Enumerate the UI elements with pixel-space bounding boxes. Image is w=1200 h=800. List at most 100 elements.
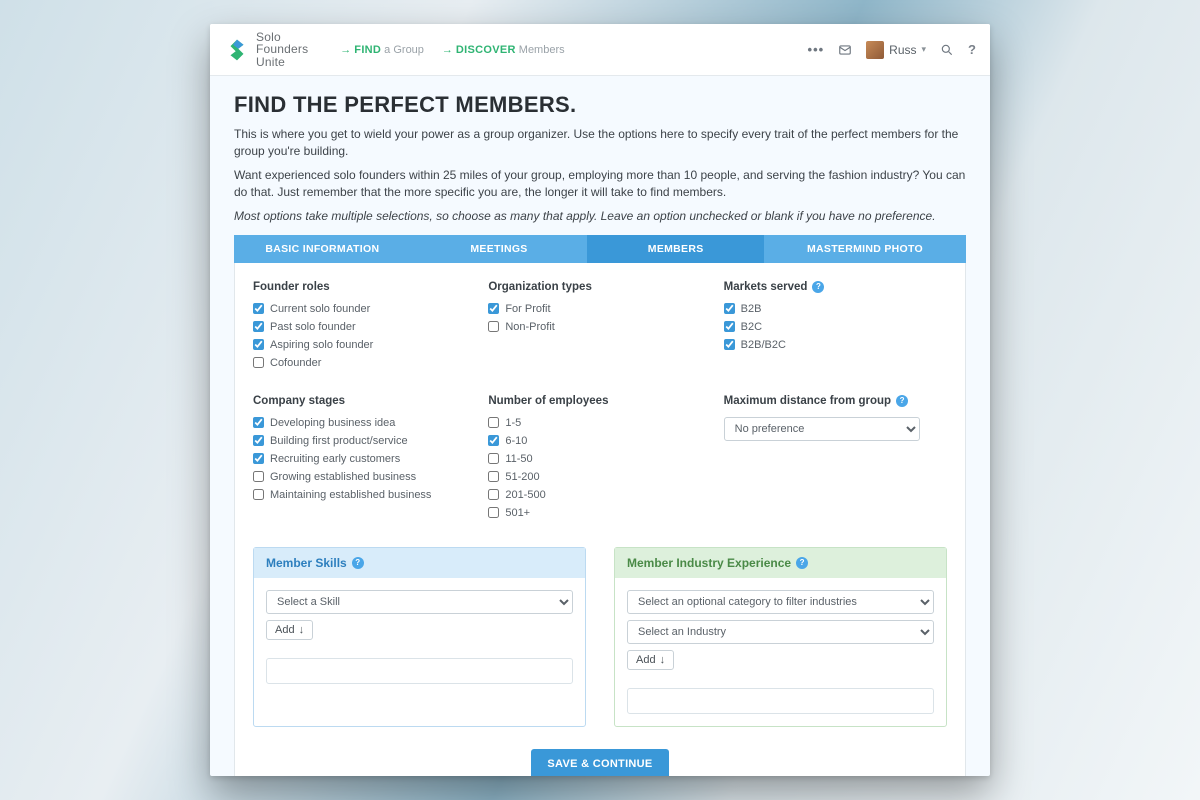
org-type-option[interactable]: Non-Profit <box>488 321 711 333</box>
employees-checkbox[interactable] <box>488 417 499 428</box>
employees-option[interactable]: 1-5 <box>488 417 711 429</box>
employees-option[interactable]: 11-50 <box>488 453 711 465</box>
help-icon[interactable]: ? <box>896 395 908 407</box>
employees-option[interactable]: 201-500 <box>488 489 711 501</box>
org-type-checkbox[interactable] <box>488 303 499 314</box>
brand-name: Solo Founders Unite <box>256 31 308 69</box>
arrow-down-icon: ↓ <box>299 624 305 636</box>
org-type-option[interactable]: For Profit <box>488 303 711 315</box>
founder-role-checkbox[interactable] <box>253 321 264 332</box>
stage-checkbox[interactable] <box>253 489 264 500</box>
stage-checkbox[interactable] <box>253 471 264 482</box>
stage-option[interactable]: Maintaining established business <box>253 489 476 501</box>
employees-checkbox[interactable] <box>488 507 499 518</box>
nav-find-group[interactable]: → FIND a Group <box>340 44 424 56</box>
tab-mastermind-photo[interactable]: MASTERMIND PHOTO <box>764 235 966 263</box>
help-icon[interactable]: ? <box>812 281 824 293</box>
employees-option[interactable]: 501+ <box>488 507 711 519</box>
employees-label: 6-10 <box>505 435 527 447</box>
market-label: B2B <box>741 303 762 315</box>
primary-nav: → FIND a Group → DISCOVER Members <box>340 44 564 56</box>
employees-option[interactable]: 51-200 <box>488 471 711 483</box>
founder-role-checkbox[interactable] <box>253 339 264 350</box>
stage-label: Developing business idea <box>270 417 395 429</box>
org-type-checkbox[interactable] <box>488 321 499 332</box>
more-icon[interactable]: ••• <box>808 42 825 57</box>
founder-role-label: Past solo founder <box>270 321 356 333</box>
help-icon[interactable]: ? <box>796 557 808 569</box>
markets-group: Markets served? B2BB2CB2B/B2C <box>724 281 947 375</box>
members-panel: Founder roles Current solo founderPast s… <box>234 263 966 776</box>
market-checkbox[interactable] <box>724 339 735 350</box>
stage-option[interactable]: Developing business idea <box>253 417 476 429</box>
stage-checkbox[interactable] <box>253 417 264 428</box>
app-window: Solo Founders Unite → FIND a Group → DIS… <box>210 24 990 776</box>
add-industry-button[interactable]: Add↓ <box>627 650 674 670</box>
tab-basic-information[interactable]: BASIC INFORMATION <box>234 235 411 263</box>
employees-label: 1-5 <box>505 417 521 429</box>
stage-label: Growing established business <box>270 471 416 483</box>
skill-select[interactable]: Select a Skill <box>266 590 573 614</box>
avatar <box>866 41 884 59</box>
tab-meetings[interactable]: MEETINGS <box>411 235 588 263</box>
org-types-group: Organization types For ProfitNon-Profit <box>488 281 711 375</box>
chevron-down-icon: ▾ <box>922 44 927 55</box>
stage-option[interactable]: Growing established business <box>253 471 476 483</box>
member-skills-card: Member Skills? Select a Skill Add↓ <box>253 547 586 727</box>
employees-checkbox[interactable] <box>488 471 499 482</box>
market-label: B2C <box>741 321 762 333</box>
market-option[interactable]: B2B/B2C <box>724 339 947 351</box>
search-icon[interactable] <box>940 43 954 57</box>
founder-role-label: Cofounder <box>270 357 321 369</box>
arrow-right-icon: → <box>340 44 351 56</box>
founder-role-option[interactable]: Aspiring solo founder <box>253 339 476 351</box>
founder-role-checkbox[interactable] <box>253 303 264 314</box>
stage-label: Maintaining established business <box>270 489 431 501</box>
topbar-actions: ••• Russ ▾ ? <box>808 41 976 59</box>
market-option[interactable]: B2B <box>724 303 947 315</box>
founder-role-checkbox[interactable] <box>253 357 264 368</box>
founder-role-option[interactable]: Current solo founder <box>253 303 476 315</box>
nav-discover-members[interactable]: → DISCOVER Members <box>442 44 565 56</box>
employees-label: 501+ <box>505 507 530 519</box>
founder-role-option[interactable]: Past solo founder <box>253 321 476 333</box>
employees-checkbox[interactable] <box>488 435 499 446</box>
wizard-tabs: BASIC INFORMATIONMEETINGSMEMBERSMASTERMI… <box>234 235 966 263</box>
employees-option[interactable]: 6-10 <box>488 435 711 447</box>
stage-checkbox[interactable] <box>253 435 264 446</box>
market-label: B2B/B2C <box>741 339 786 351</box>
tab-members[interactable]: MEMBERS <box>587 235 764 263</box>
stage-label: Building first product/service <box>270 435 408 447</box>
user-menu[interactable]: Russ ▾ <box>866 41 926 59</box>
messages-icon[interactable] <box>838 43 852 57</box>
page-intro: This is where you get to wield your powe… <box>234 126 966 225</box>
market-checkbox[interactable] <box>724 303 735 314</box>
industry-select[interactable]: Select an Industry <box>627 620 934 644</box>
help-icon[interactable]: ? <box>968 42 976 57</box>
stage-option[interactable]: Building first product/service <box>253 435 476 447</box>
brand-logo[interactable]: Solo Founders Unite <box>224 31 308 69</box>
stage-checkbox[interactable] <box>253 453 264 464</box>
arrow-down-icon: ↓ <box>660 654 666 666</box>
market-option[interactable]: B2C <box>724 321 947 333</box>
industry-chipzone[interactable] <box>627 688 934 714</box>
distance-select[interactable]: No preference <box>724 417 920 441</box>
distance-group: Maximum distance from group? No preferen… <box>724 395 947 525</box>
employees-group: Number of employees 1-56-1011-5051-20020… <box>488 395 711 525</box>
employees-checkbox[interactable] <box>488 489 499 500</box>
stage-option[interactable]: Recruiting early customers <box>253 453 476 465</box>
market-checkbox[interactable] <box>724 321 735 332</box>
employees-checkbox[interactable] <box>488 453 499 464</box>
member-industry-card: Member Industry Experience? Select an op… <box>614 547 947 727</box>
arrow-right-icon: → <box>442 44 453 56</box>
stage-label: Recruiting early customers <box>270 453 400 465</box>
add-skill-button[interactable]: Add↓ <box>266 620 313 640</box>
skills-chipzone[interactable] <box>266 658 573 684</box>
org-type-label: For Profit <box>505 303 550 315</box>
help-icon[interactable]: ? <box>352 557 364 569</box>
founder-role-option[interactable]: Cofounder <box>253 357 476 369</box>
save-continue-button[interactable]: SAVE & CONTINUE <box>531 749 668 776</box>
employees-label: 11-50 <box>505 453 532 465</box>
employees-label: 201-500 <box>505 489 545 501</box>
industry-category-select[interactable]: Select an optional category to filter in… <box>627 590 934 614</box>
